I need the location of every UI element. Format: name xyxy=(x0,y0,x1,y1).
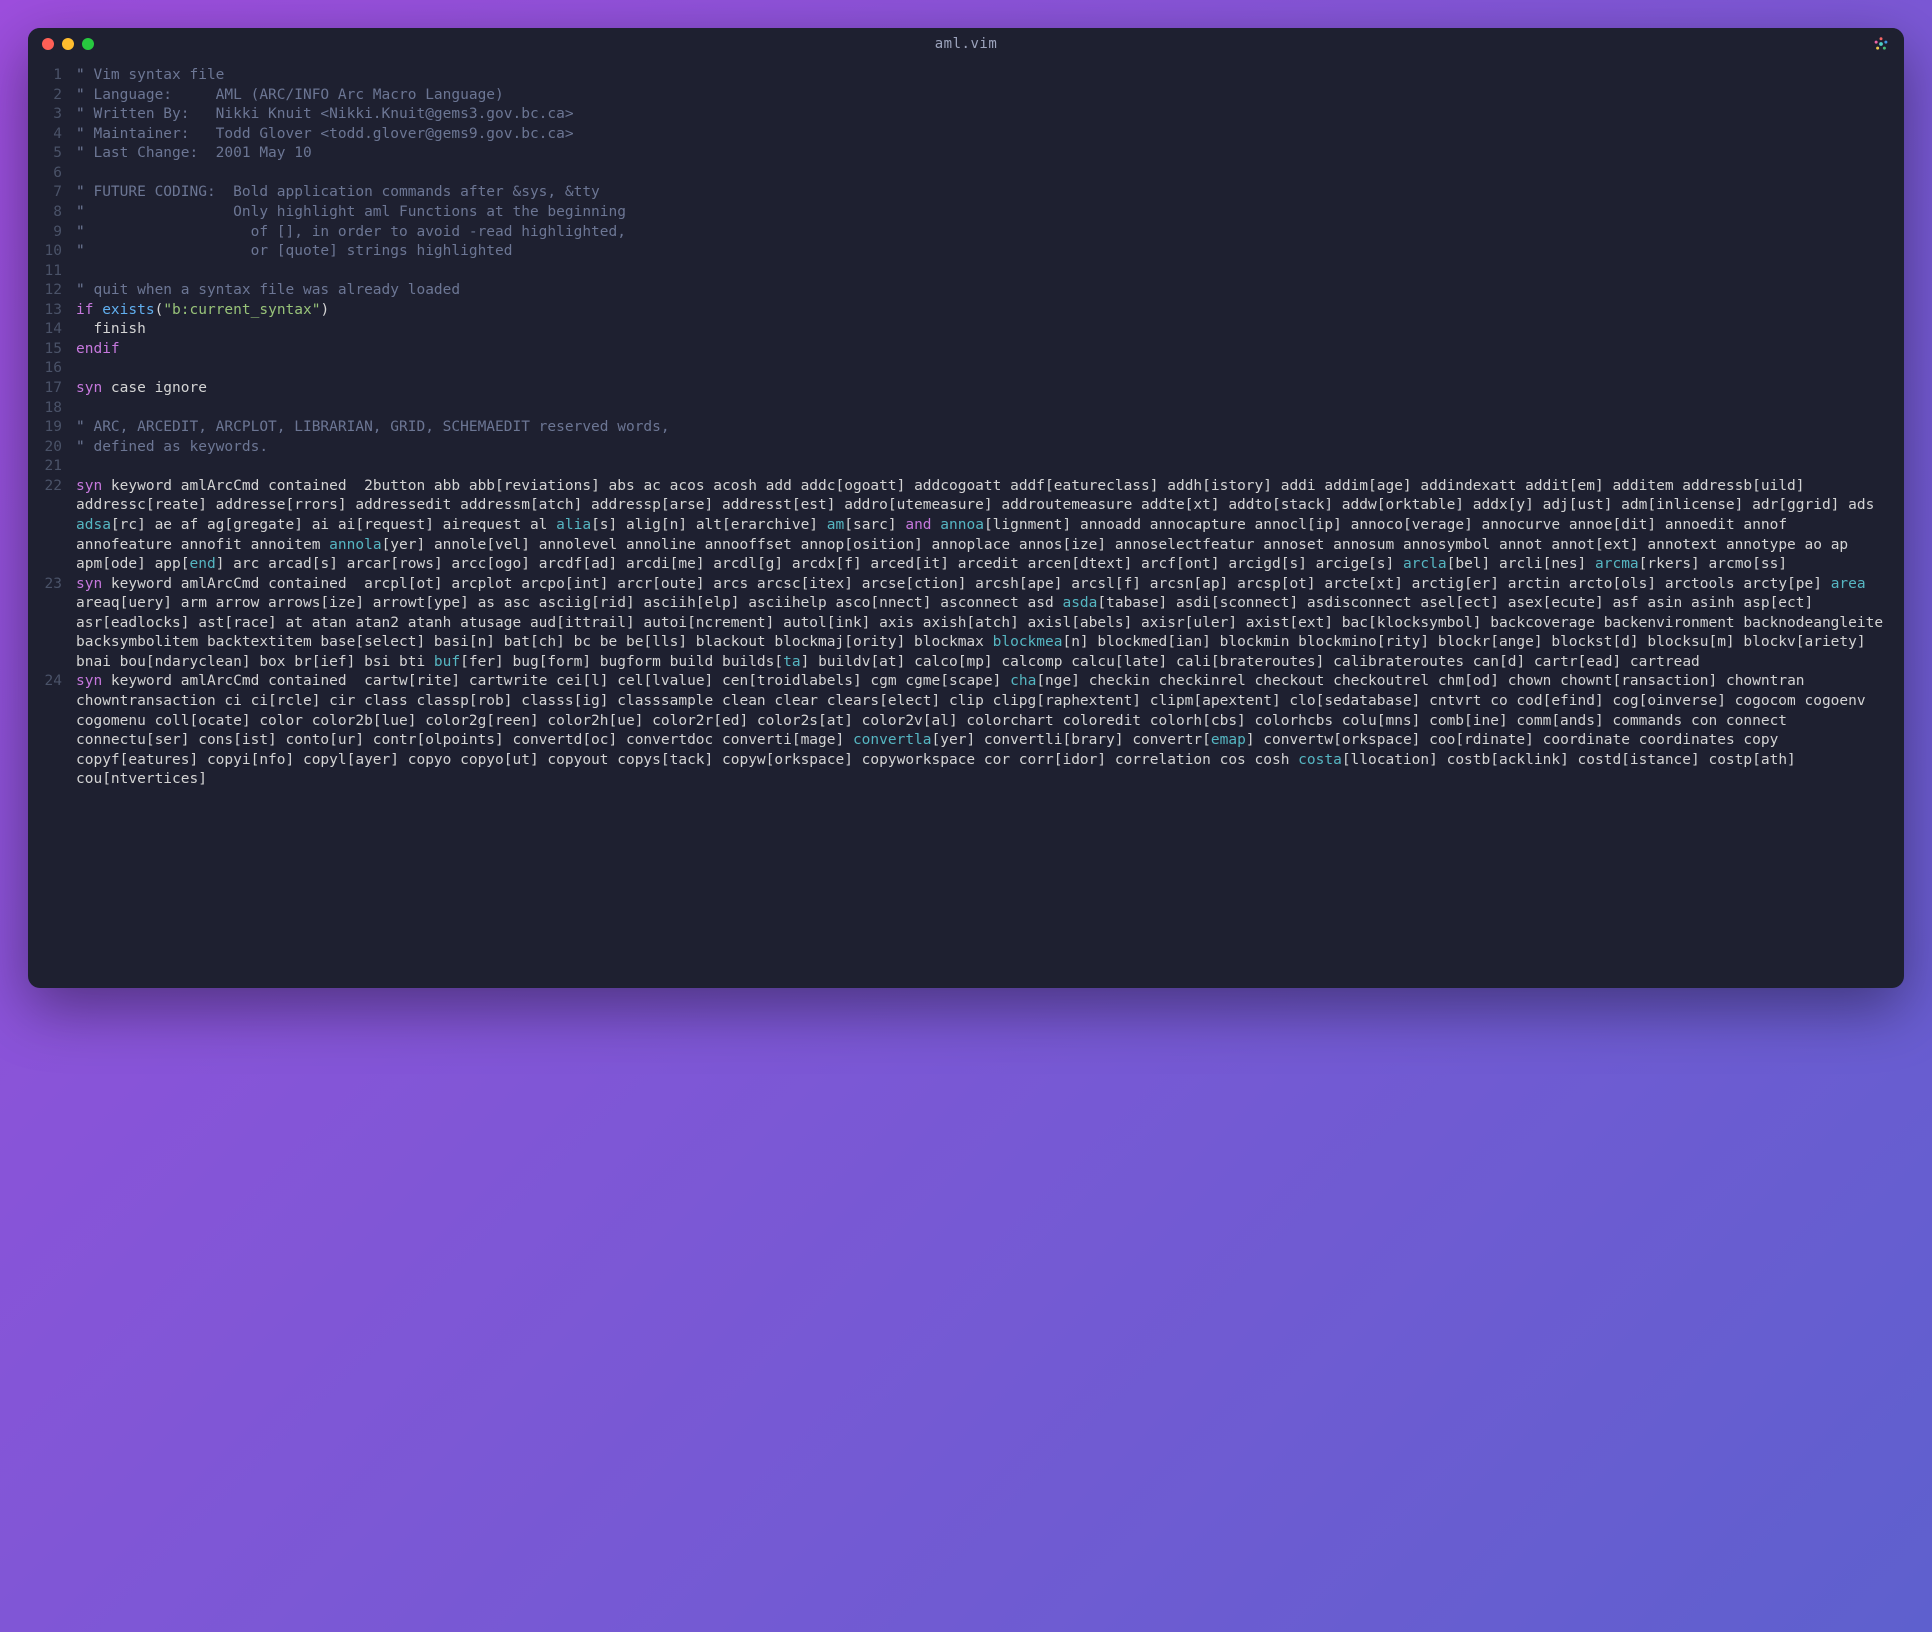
line-number: 5 xyxy=(44,144,76,164)
line-number: 15 xyxy=(44,340,76,360)
code-line[interactable]: 11 xyxy=(28,262,1904,282)
line-content[interactable]: " Vim syntax file xyxy=(76,66,1888,86)
line-content[interactable]: syn keyword amlArcCmd contained 2button … xyxy=(76,477,1888,575)
line-number: 23 xyxy=(44,575,76,673)
traffic-lights xyxy=(42,38,94,50)
line-number: 7 xyxy=(44,183,76,203)
line-number: 3 xyxy=(44,105,76,125)
line-number: 19 xyxy=(44,418,76,438)
editor-window: aml.vim 1" Vim syntax file2" Language: A… xyxy=(28,28,1904,988)
line-number: 12 xyxy=(44,281,76,301)
code-line[interactable]: 9" of [], in order to avoid -read highli… xyxy=(28,223,1904,243)
line-content[interactable]: " or [quote] strings highlighted xyxy=(76,242,1888,262)
app-logo-icon xyxy=(1872,35,1890,53)
code-line[interactable]: 24syn keyword amlArcCmd contained cartw[… xyxy=(28,672,1904,789)
line-content[interactable] xyxy=(76,359,1888,379)
line-number: 9 xyxy=(44,223,76,243)
line-number: 6 xyxy=(44,164,76,184)
line-content[interactable]: if exists("b:current_syntax") xyxy=(76,301,1888,321)
line-content[interactable]: " ARC, ARCEDIT, ARCPLOT, LIBRARIAN, GRID… xyxy=(76,418,1888,438)
line-content[interactable] xyxy=(76,164,1888,184)
line-number: 13 xyxy=(44,301,76,321)
line-content[interactable] xyxy=(76,457,1888,477)
code-line[interactable]: 22syn keyword amlArcCmd contained 2butto… xyxy=(28,477,1904,575)
code-line[interactable]: 14 finish xyxy=(28,320,1904,340)
line-content[interactable] xyxy=(76,399,1888,419)
code-line[interactable]: 20" defined as keywords. xyxy=(28,438,1904,458)
code-line[interactable]: 4" Maintainer: Todd Glover <todd.glover@… xyxy=(28,125,1904,145)
line-number: 17 xyxy=(44,379,76,399)
line-number: 10 xyxy=(44,242,76,262)
line-number: 1 xyxy=(44,66,76,86)
line-number: 4 xyxy=(44,125,76,145)
line-content[interactable]: syn keyword amlArcCmd contained cartw[ri… xyxy=(76,672,1888,789)
line-number: 8 xyxy=(44,203,76,223)
code-line[interactable]: 6 xyxy=(28,164,1904,184)
line-content[interactable]: endif xyxy=(76,340,1888,360)
code-line[interactable]: 21 xyxy=(28,457,1904,477)
line-content[interactable]: " Language: AML (ARC/INFO Arc Macro Lang… xyxy=(76,86,1888,106)
code-line[interactable]: 18 xyxy=(28,399,1904,419)
line-content[interactable]: " of [], in order to avoid -read highlig… xyxy=(76,223,1888,243)
close-button[interactable] xyxy=(42,38,54,50)
code-line[interactable]: 2" Language: AML (ARC/INFO Arc Macro Lan… xyxy=(28,86,1904,106)
line-content[interactable]: " Last Change: 2001 May 10 xyxy=(76,144,1888,164)
window-title: aml.vim xyxy=(935,36,998,52)
code-line[interactable]: 19" ARC, ARCEDIT, ARCPLOT, LIBRARIAN, GR… xyxy=(28,418,1904,438)
minimize-button[interactable] xyxy=(62,38,74,50)
line-number: 11 xyxy=(44,262,76,282)
maximize-button[interactable] xyxy=(82,38,94,50)
code-line[interactable]: 8" Only highlight aml Functions at the b… xyxy=(28,203,1904,223)
titlebar: aml.vim xyxy=(28,28,1904,60)
line-content[interactable]: syn keyword amlArcCmd contained arcpl[ot… xyxy=(76,575,1888,673)
line-content[interactable]: " Written By: Nikki Knuit <Nikki.Knuit@g… xyxy=(76,105,1888,125)
line-content[interactable] xyxy=(76,262,1888,282)
line-content[interactable]: syn case ignore xyxy=(76,379,1888,399)
code-line[interactable]: 23syn keyword amlArcCmd contained arcpl[… xyxy=(28,575,1904,673)
line-number: 21 xyxy=(44,457,76,477)
line-number: 20 xyxy=(44,438,76,458)
code-line[interactable]: 5" Last Change: 2001 May 10 xyxy=(28,144,1904,164)
line-content[interactable]: " Only highlight aml Functions at the be… xyxy=(76,203,1888,223)
line-number: 2 xyxy=(44,86,76,106)
code-line[interactable]: 7" FUTURE CODING: Bold application comma… xyxy=(28,183,1904,203)
line-number: 22 xyxy=(44,477,76,575)
code-line[interactable]: 12" quit when a syntax file was already … xyxy=(28,281,1904,301)
line-number: 18 xyxy=(44,399,76,419)
code-line[interactable]: 1" Vim syntax file xyxy=(28,66,1904,86)
code-line[interactable]: 16 xyxy=(28,359,1904,379)
line-number: 14 xyxy=(44,320,76,340)
line-content[interactable]: " Maintainer: Todd Glover <todd.glover@g… xyxy=(76,125,1888,145)
line-content[interactable]: finish xyxy=(76,320,1888,340)
code-area[interactable]: 1" Vim syntax file2" Language: AML (ARC/… xyxy=(28,60,1904,810)
code-line[interactable]: 13if exists("b:current_syntax") xyxy=(28,301,1904,321)
line-content[interactable]: " defined as keywords. xyxy=(76,438,1888,458)
line-content[interactable]: " FUTURE CODING: Bold application comman… xyxy=(76,183,1888,203)
line-number: 24 xyxy=(44,672,76,789)
code-line[interactable]: 10" or [quote] strings highlighted xyxy=(28,242,1904,262)
code-line[interactable]: 15endif xyxy=(28,340,1904,360)
line-number: 16 xyxy=(44,359,76,379)
code-line[interactable]: 17syn case ignore xyxy=(28,379,1904,399)
code-line[interactable]: 3" Written By: Nikki Knuit <Nikki.Knuit@… xyxy=(28,105,1904,125)
line-content[interactable]: " quit when a syntax file was already lo… xyxy=(76,281,1888,301)
